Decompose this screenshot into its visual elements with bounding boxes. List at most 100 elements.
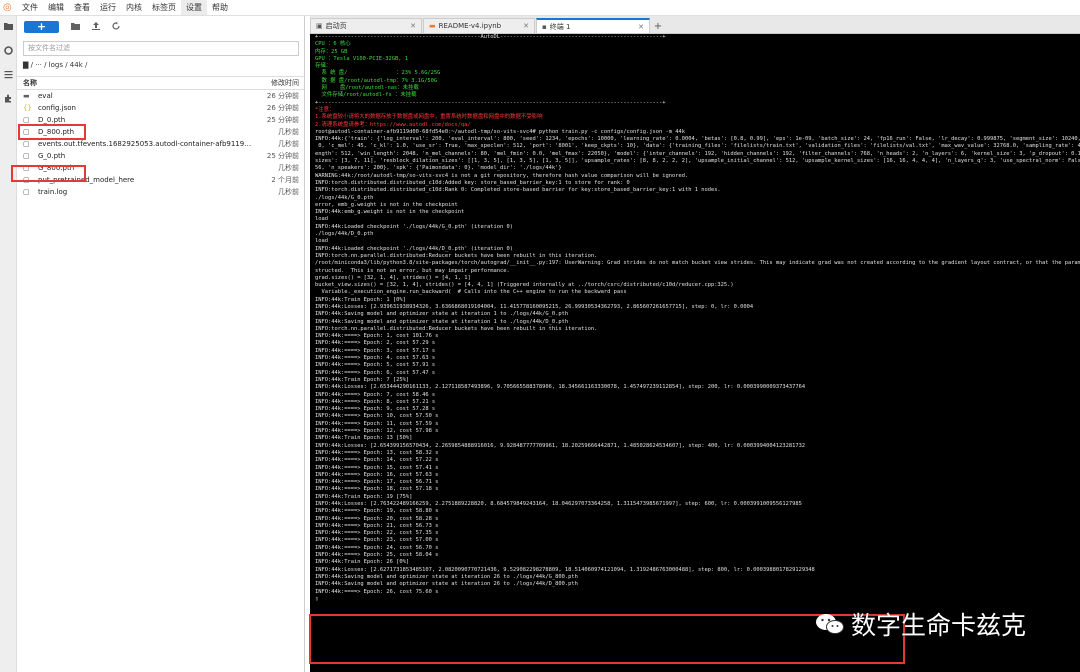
file-filter-input[interactable]: 按文件名过滤 [23,41,299,56]
terminal-line: INFO:44k:Train Epoch: 1 [0%] [315,296,406,303]
upload-icon[interactable] [92,22,100,32]
highlight-box-d800 [18,124,86,140]
tab-notebook[interactable]: ▬ README-v4.ipynb ✕ [423,18,535,33]
tab-terminal[interactable]: ▪ 终端 1 ✕ [536,18,650,33]
menu-tabs[interactable]: 标签页 [147,0,181,15]
running-kernels-icon[interactable] [0,46,16,64]
breadcrumb[interactable]: ▇ / ··· / logs / 44k / [23,61,304,71]
watermark: 数字生命卡兹克 [815,606,1026,642]
terminal-line: ength': 512, 'win_length': 2048, 'n_mel_… [315,150,1080,157]
terminal-line: ./logs/44k/G_0.pth [315,194,374,201]
highlight-box-g800 [11,165,86,182]
file-row[interactable]: ▢ G_0.pth 25 分钟前 [17,150,304,162]
terminal-line: INFO:44k:====> Epoch: 14, cost 57.22 s [315,457,439,464]
file-modified: 2 个月前 [271,176,299,184]
terminal-line: bucket_view.sizes() = [32, 1, 4], stride… [315,282,734,289]
terminal-line: INFO:44k:Losses: [2.939631938934326, 3.6… [315,303,754,310]
jupyter-logo-icon: ◎ [3,1,12,13]
terminal-output: +---------------------------------------… [310,34,1080,603]
close-icon[interactable]: ✕ [523,22,529,30]
file-name: G_0.pth [38,152,66,160]
menu-run[interactable]: 运行 [95,0,121,15]
terminal-line: WARNING:44k:/root/autodl-tmp/so-vits-svc… [315,172,689,179]
file-name: events.out.tfevents.1682925053.autodl-co… [38,140,255,148]
launcher-icon: ▣ [316,22,323,30]
menu-edit[interactable]: 编辑 [43,0,69,15]
terminal-line: load [315,216,328,223]
terminal-line: 系 统 盘/ ：23% 5.6G/25G [315,70,441,77]
terminal-line: +---------------------------------------… [315,34,666,40]
terminal-line: INFO:44k:====> Epoch: 6, cost 57.47 s [315,369,436,376]
terminal-line: INFO:44k:Losses: [2.6271731853485107, 2.… [315,566,815,573]
tab-launcher[interactable]: ▣ 启动页 ✕ [310,18,422,33]
new-launcher-button[interactable]: + [24,21,59,33]
file-row[interactable]: ▢ train.log 几秒前 [17,186,304,198]
extensions-icon[interactable] [0,94,16,112]
close-icon[interactable]: ✕ [638,23,644,31]
terminal-line: INFO:44k:====> Epoch: 17, cost 56.71 s [315,479,439,486]
tab-bar: ▣ 启动页 ✕ ▬ README-v4.ipynb ✕ ▪ 终端 1 ✕ + [310,16,1080,34]
file-row[interactable]: ▬ eval 26 分钟前 [17,90,304,102]
terminal-line: INFO:44k:====> Epoch: 7, cost 58.46 s [315,391,436,398]
file-modified: 25 分钟前 [266,152,299,160]
terminal-line: Variable._execution_engine.run_backward(… [315,289,627,296]
terminal-line: INFO:44k:====> Epoch: 5, cost 57.91 s [315,362,436,369]
terminal-line: INFO:44k:Loaded checkpoint './logs/44k/G… [315,223,513,230]
terminal-line: INFO:torch.nn.parallel.distributed:Reduc… [315,325,598,332]
file-icon: ▢ [23,188,30,196]
terminal-line: 数 据 盘/root/autodl-tmp：7% 3.1G/50G [315,77,438,84]
refresh-icon[interactable] [112,22,120,32]
menu-help[interactable]: 帮助 [207,0,233,15]
terminal-line: INFO:44k:====> Epoch: 23, cost 57.00 s [315,537,439,544]
wechat-icon [815,612,845,636]
file-list-header: 名称 修改时间 [17,76,304,90]
close-icon[interactable]: ✕ [410,22,416,30]
terminal-line: INFO:44k:====> Epoch: 8, cost 57.21 s [315,398,436,405]
file-modified: 26 分钟前 [266,104,299,112]
terminal-line: root@autodl-container-afb9119d00-68fd54e… [315,128,685,135]
folder-icon: ▬ [23,92,30,100]
terminal-line: ./logs/44k/D_0.pth [315,231,374,238]
menu-kernel[interactable]: 内核 [121,0,147,15]
terminal[interactable]: +---------------------------------------… [310,34,1080,672]
terminal-line: 网 盘/root/autodl-nas：未挂载 [315,85,419,92]
tab-label: 终端 1 [549,22,571,31]
column-name-header[interactable]: 名称 [17,78,259,88]
file-modified: 几秒前 [278,188,299,196]
terminal-line: sizes': [3, 7, 11], 'resblock_dilation_s… [315,158,1080,165]
file-name: D_0.pth [38,116,66,124]
file-modified: 25 分钟前 [266,116,299,124]
watermark-text: 数字生命卡兹克 [851,611,1027,640]
activity-bar [0,16,17,672]
terminal-line: /root/miniconda3/lib/python3.8/site-pack… [315,260,1080,267]
column-modified-header[interactable]: 修改时间 [259,78,304,88]
file-icon: ▢ [23,116,30,124]
file-icon: ▢ [23,140,30,148]
file-modified: 几秒前 [278,140,299,148]
terminal-icon: ▪ [542,22,547,31]
terminal-line: INFO:44k:Train Epoch: 13 [50%] [315,435,413,442]
terminal-line: load [315,238,328,245]
file-modified: 几秒前 [278,128,299,136]
terminal-line: INFO:44k:====> Epoch: 26, cost 75.60 s [315,588,439,595]
terminal-line: INFO:44k:====> Epoch: 16, cost 57.63 s [315,471,439,478]
add-tab-button[interactable]: + [651,20,665,33]
new-folder-icon[interactable] [71,22,80,32]
json-file-icon: {} [23,104,32,112]
terminal-line: GPU ：Tesla V100-PCIE-32GB, 1 [315,55,409,62]
file-icon: ▢ [23,152,30,160]
menu-settings[interactable]: 设置 [181,0,207,15]
terminal-line: INFO:44k:====> Epoch: 4, cost 57.63 s [315,355,436,362]
terminal-line: 56, 'n_speakers': 200}, 'spk': {'Paimond… [315,165,562,172]
terminal-line: INFO:44k:====> Epoch: 20, cost 58.28 s [315,515,439,522]
menu-view[interactable]: 查看 [69,0,95,15]
terminal-line: grad.sizes() = [32, 1, 4], strides() = [… [315,274,471,281]
file-name: config.json [38,104,76,112]
terminal-line: ▯ [315,595,319,602]
file-row[interactable]: {} config.json 26 分钟前 [17,102,304,114]
command-palette-icon[interactable] [0,70,16,88]
terminal-line: INFO:44k:Losses: [2.763422489166259, 2.2… [315,501,802,507]
menu-file[interactable]: 文件 [17,0,43,15]
terminal-line: INFO:torch.nn.parallel.distributed:Reduc… [315,252,598,259]
folder-icon[interactable] [0,22,16,40]
